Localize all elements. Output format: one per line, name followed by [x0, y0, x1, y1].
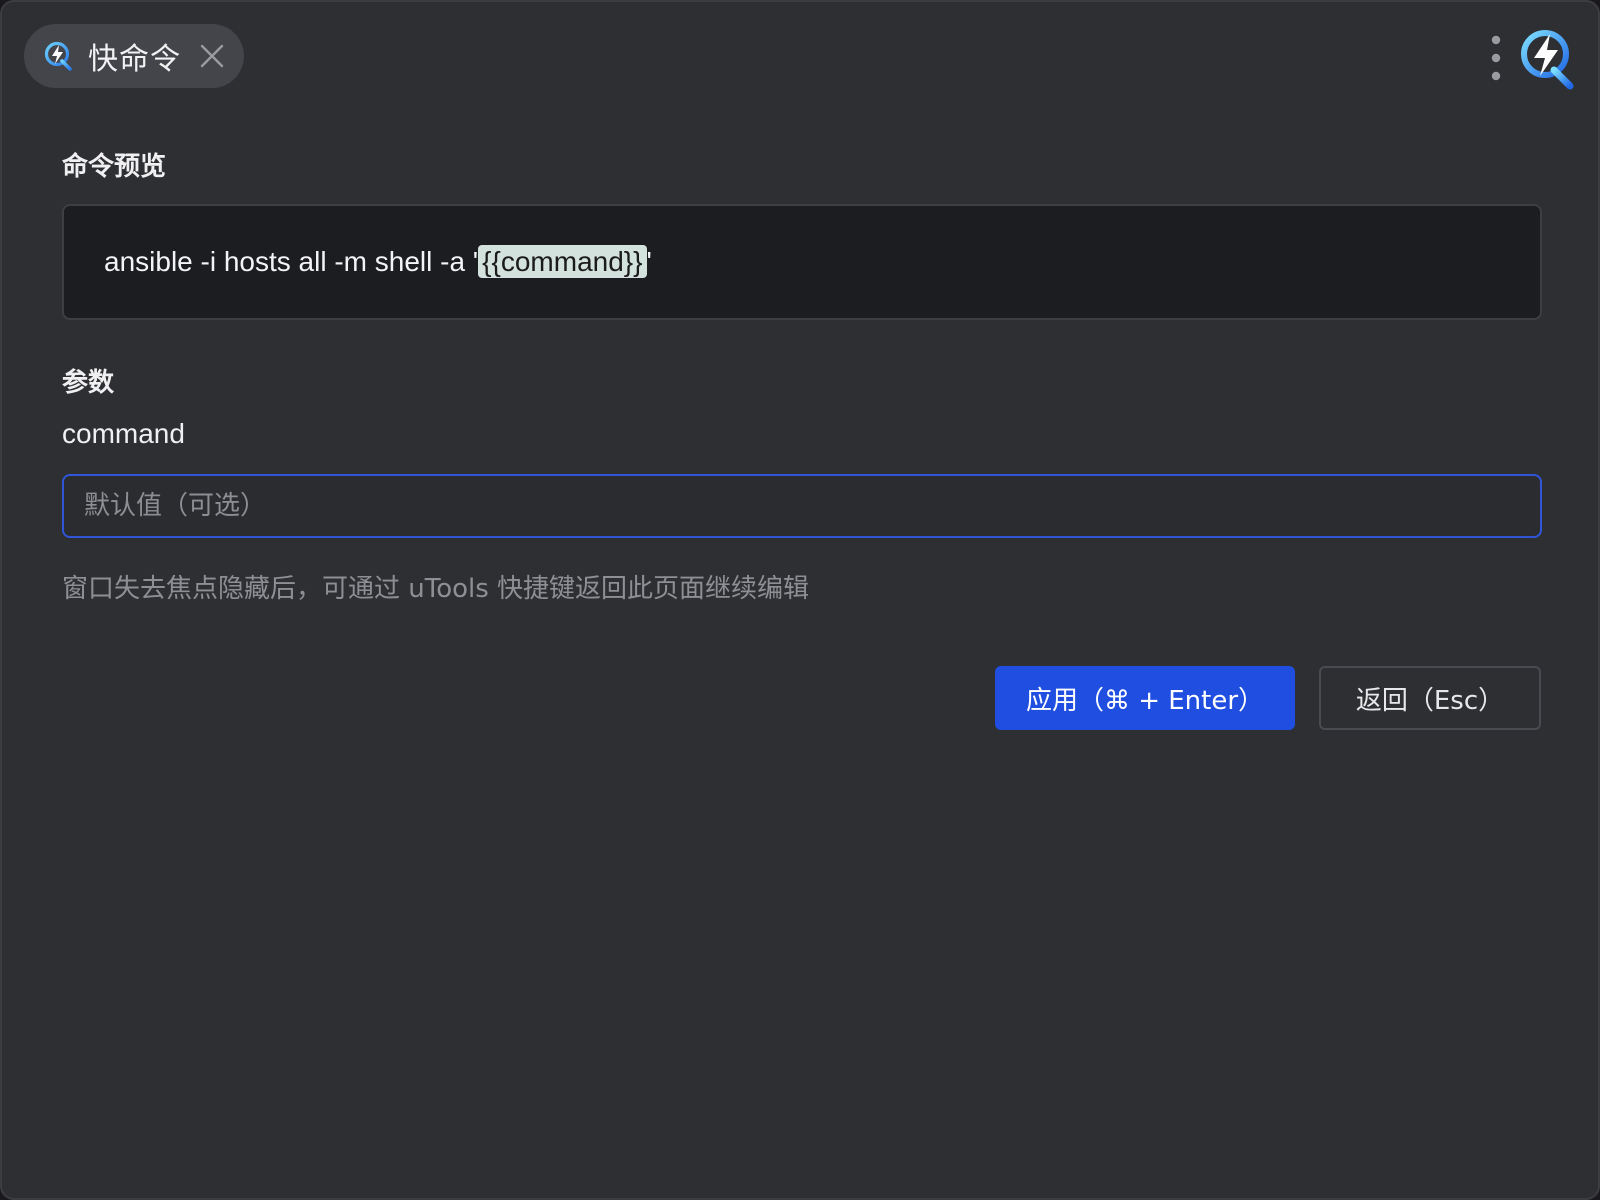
- close-icon[interactable]: [199, 43, 225, 69]
- param-name-command: command: [62, 418, 185, 449]
- params-title: 参数: [62, 368, 115, 398]
- command-preview-title: 命令预览: [62, 152, 167, 182]
- quick-command-icon: [44, 41, 72, 71]
- hint-text: 窗口失去焦点隐藏后，可通过 uTools 快捷键返回此页面继续编辑: [62, 574, 810, 604]
- command-variable: {{command}}: [478, 245, 647, 278]
- quick-command-logo-icon: [1521, 30, 1574, 90]
- more-vertical-icon[interactable]: [1482, 32, 1510, 86]
- tab-quick-command[interactable]: 快命令: [24, 24, 244, 88]
- command-prefix: ansible -i hosts all -m shell -a ': [104, 246, 479, 277]
- command-preview-box: ansible -i hosts all -m shell -a ' {{comm…: [62, 204, 1542, 320]
- quick-command-window: 快命令 命令预览 ansible -i hosts all -m shell -…: [0, 0, 1600, 1200]
- apply-button[interactable]: 应用（⌘ + Enter）: [995, 666, 1295, 730]
- param-default-value-input[interactable]: [62, 474, 1542, 538]
- command-suffix: ': [646, 246, 652, 277]
- back-button[interactable]: 返回（Esc）: [1319, 666, 1541, 730]
- tab-label: 快命令: [88, 42, 181, 77]
- command-preview-text: ansible -i hosts all -m shell -a ' {{comm…: [104, 245, 652, 278]
